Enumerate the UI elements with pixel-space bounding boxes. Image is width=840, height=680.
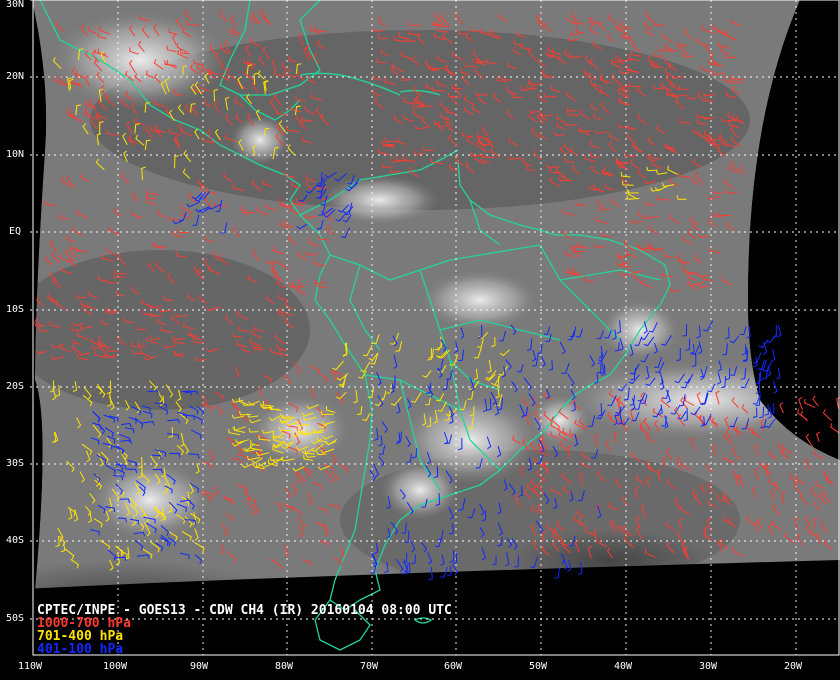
lon-label-100w: 100W (103, 661, 128, 672)
lat-label-10n: 10N (6, 149, 25, 160)
lat-label-30s: 30S (6, 458, 25, 469)
lat-label-10s: 10S (6, 304, 25, 315)
lon-label-50w: 50W (529, 661, 548, 672)
lat-label-20s: 20S (6, 381, 25, 392)
lon-label-110w: 110W (18, 661, 43, 672)
lat-label-eq: EQ (9, 226, 22, 237)
lon-label-60w: 60W (444, 661, 463, 672)
lon-label-20w: 20W (784, 661, 803, 672)
lat-label-20n: 20N (6, 71, 25, 82)
lon-label-70w: 70W (360, 661, 379, 672)
lon-label-90w: 90W (190, 661, 209, 672)
lon-label-80w: 80W (275, 661, 294, 672)
lat-label-50s: 50S (6, 613, 25, 624)
satellite-wind-map (0, 0, 840, 680)
lat-label-40s: 40S (6, 535, 25, 546)
legend-high-level: 401-100 hPa (37, 642, 124, 657)
lon-label-30w: 30W (699, 661, 718, 672)
lat-label-30n: 30N (6, 0, 25, 10)
lon-label-40w: 40W (614, 661, 633, 672)
